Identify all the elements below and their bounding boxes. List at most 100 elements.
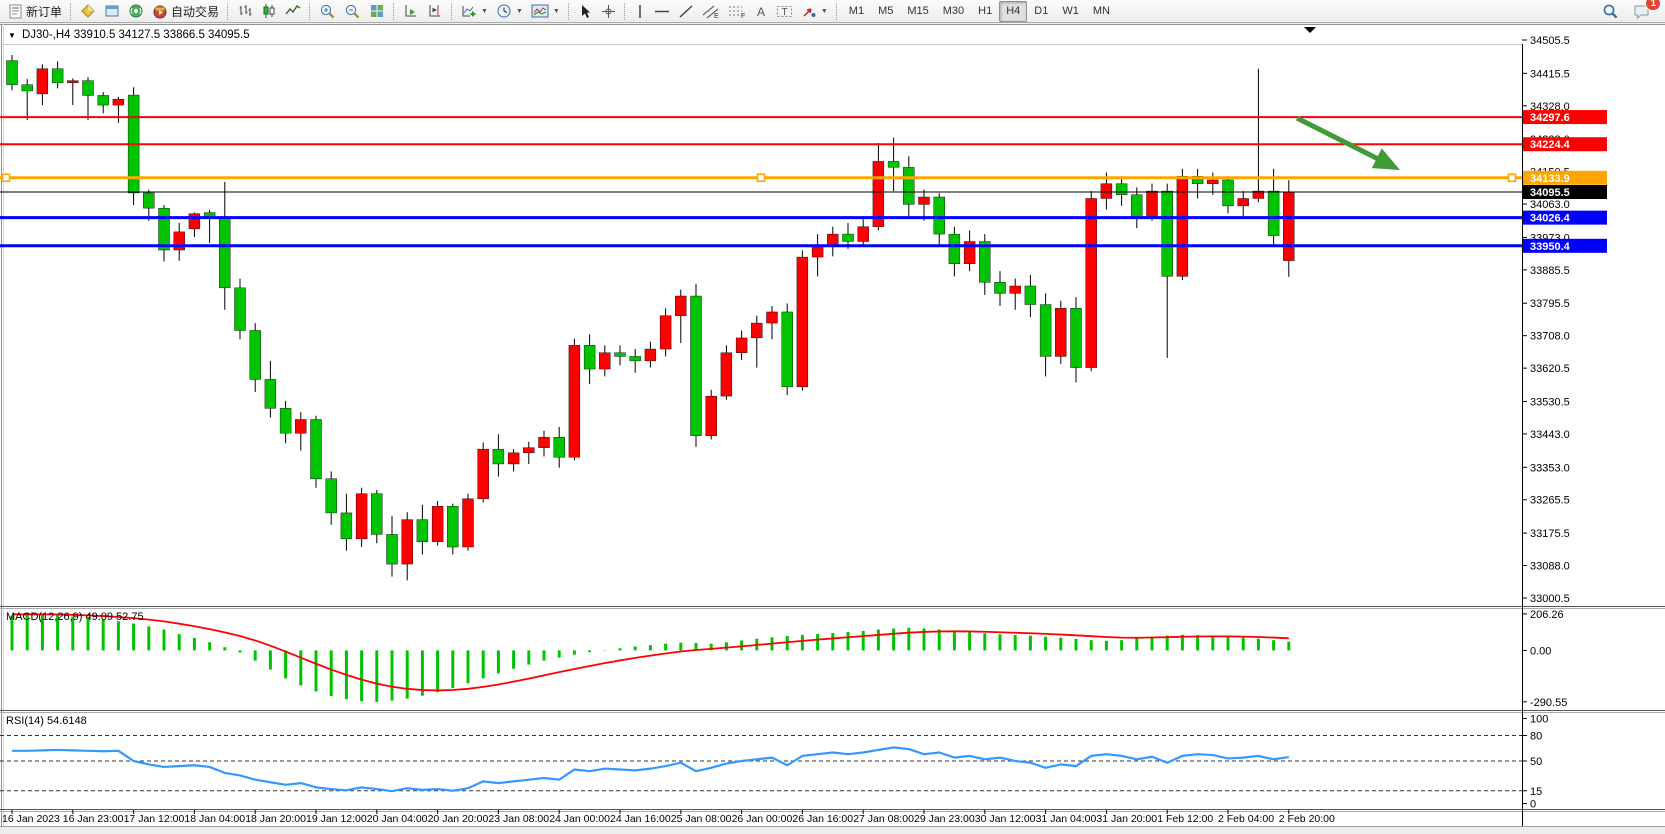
candle-body — [113, 99, 124, 105]
timeframe-d1[interactable]: D1 — [1027, 1, 1055, 22]
arrows-tool-button[interactable]: ▼ — [797, 0, 832, 22]
timeframe-w1[interactable]: W1 — [1055, 1, 1086, 22]
time-tick-label: 31 Jan 20:00 — [1096, 813, 1157, 825]
new-order-icon — [8, 4, 23, 19]
price-tick-label: 34505.5 — [1530, 35, 1570, 47]
candle-body — [767, 312, 778, 323]
rsi-label: RSI(14) 54.6148 — [6, 715, 87, 727]
signals-button[interactable] — [124, 0, 148, 22]
toolbar-separator — [70, 3, 72, 20]
bar-chart-mode-button[interactable] — [233, 0, 257, 22]
price-chart[interactable]: MACD(12,26,9) 49.09 52.75 RSI(14) 54.6148… — [0, 0, 1665, 834]
price-flag-label: 34095.5 — [1530, 187, 1570, 199]
time-tick-label: 20 Jan 20:00 — [428, 813, 489, 825]
vertical-line-tool-button[interactable] — [630, 0, 650, 22]
horizontal-line-tool-button[interactable] — [650, 0, 674, 22]
time-tick-label: 26 Jan 00:00 — [732, 813, 793, 825]
zoom-out-button[interactable] — [340, 0, 365, 22]
chart-title-text: DJ30-,H4 33910.5 34127.5 33866.5 34095.5 — [22, 29, 250, 41]
indicators-button[interactable]: ▼ — [457, 0, 492, 22]
rsi-axis-label: 15 — [1530, 786, 1542, 798]
chart-shift-button[interactable] — [423, 0, 447, 22]
time-tick-label: 25 Jan 08:00 — [671, 813, 732, 825]
candle-body — [311, 419, 322, 478]
chart-shift-icon — [427, 3, 443, 19]
search-button[interactable] — [1598, 0, 1623, 22]
auto-scroll-button[interactable] — [399, 0, 423, 22]
candle-body — [584, 345, 595, 369]
data-window-button[interactable] — [100, 0, 124, 22]
timeframe-h4[interactable]: H4 — [999, 1, 1027, 22]
time-tick-label: 26 Jan 16:00 — [792, 813, 853, 825]
signal-icon — [128, 3, 144, 19]
price-tick-label: 33353.0 — [1530, 462, 1570, 474]
candle-body — [341, 513, 352, 539]
candle-body — [934, 197, 945, 234]
macd-label: MACD(12,26,9) 49.09 52.75 — [6, 611, 144, 623]
candle-body — [1238, 199, 1249, 206]
svg-text:F: F — [741, 13, 745, 19]
candle-body — [949, 234, 960, 264]
rsi-axis-label: 80 — [1530, 731, 1542, 743]
templates-button[interactable]: ▼ — [527, 0, 564, 22]
candle-body — [159, 208, 170, 250]
zoom-out-icon — [344, 3, 361, 20]
candle-body — [858, 227, 869, 242]
line-handle[interactable] — [1509, 174, 1516, 181]
time-tick-label: 30 Jan 12:00 — [975, 813, 1036, 825]
candle-body — [797, 257, 808, 387]
fibonacci-icon: F — [728, 4, 746, 19]
status-strip — [0, 826, 1665, 834]
new-order-button[interactable]: 新订单 — [4, 0, 66, 22]
time-tick-label: 1 Feb 12:00 — [1157, 813, 1213, 825]
auto-trading-button[interactable]: 自动交易 — [148, 0, 223, 22]
window-icon — [104, 3, 120, 19]
time-tick-label: 24 Jan 16:00 — [610, 813, 671, 825]
line-handle[interactable] — [758, 174, 765, 181]
timeframe-m5[interactable]: M5 — [871, 1, 900, 22]
crosshair-tool-button[interactable] — [597, 0, 620, 22]
time-tick-label: 2 Feb 20:00 — [1279, 813, 1335, 825]
candle-body — [919, 197, 930, 204]
timeframe-m30[interactable]: M30 — [936, 1, 971, 22]
line-chart-mode-button[interactable] — [281, 0, 305, 22]
tile-windows-button[interactable] — [365, 0, 389, 22]
candle-body — [1055, 308, 1066, 356]
zoom-in-button[interactable] — [315, 0, 340, 22]
candlestick-mode-button[interactable] — [257, 0, 281, 22]
candle-body — [463, 499, 474, 547]
periods-button[interactable]: ▼ — [492, 0, 527, 22]
timeframe-h1[interactable]: H1 — [971, 1, 999, 22]
text-tool-button[interactable]: A — [750, 0, 772, 22]
candle-body — [67, 81, 78, 83]
candle-body — [447, 506, 458, 547]
template-icon — [531, 3, 549, 19]
toolbar-separator — [451, 3, 453, 20]
time-tick-label: 18 Jan 20:00 — [245, 813, 306, 825]
channel-tool-button[interactable]: E — [698, 0, 724, 22]
price-tick-label: 33708.0 — [1530, 331, 1570, 343]
time-tick-label: 17 Jan 12:00 — [124, 813, 185, 825]
fibonacci-tool-button[interactable]: F — [724, 0, 750, 22]
candle-body — [843, 234, 854, 241]
timeframe-mn[interactable]: MN — [1086, 1, 1117, 22]
candle-body — [599, 353, 610, 369]
timeframe-m15[interactable]: M15 — [900, 1, 935, 22]
line-handle[interactable] — [3, 174, 10, 181]
candle-body — [478, 449, 489, 499]
market-watch-button[interactable] — [76, 0, 100, 22]
zoom-in-icon — [319, 3, 336, 20]
candle-body — [417, 520, 428, 542]
cursor-tool-button[interactable] — [574, 0, 597, 22]
timeframe-m1[interactable]: M1 — [842, 1, 871, 22]
time-tick-label: 19 Jan 12:00 — [306, 813, 367, 825]
price-flag-label: 34224.4 — [1530, 139, 1571, 151]
caret-down-icon: ▼ — [481, 8, 488, 15]
trendline-tool-button[interactable] — [674, 0, 698, 22]
text-icon: A — [754, 4, 768, 19]
text-label-tool-button[interactable]: T — [772, 0, 797, 22]
tile-windows-icon — [369, 3, 385, 19]
notifications-button[interactable]: 1 — [1629, 0, 1655, 22]
time-axis[interactable]: 16 Jan 202316 Jan 23:0017 Jan 12:0018 Ja… — [2, 810, 1335, 825]
crosshair-icon — [601, 4, 616, 19]
